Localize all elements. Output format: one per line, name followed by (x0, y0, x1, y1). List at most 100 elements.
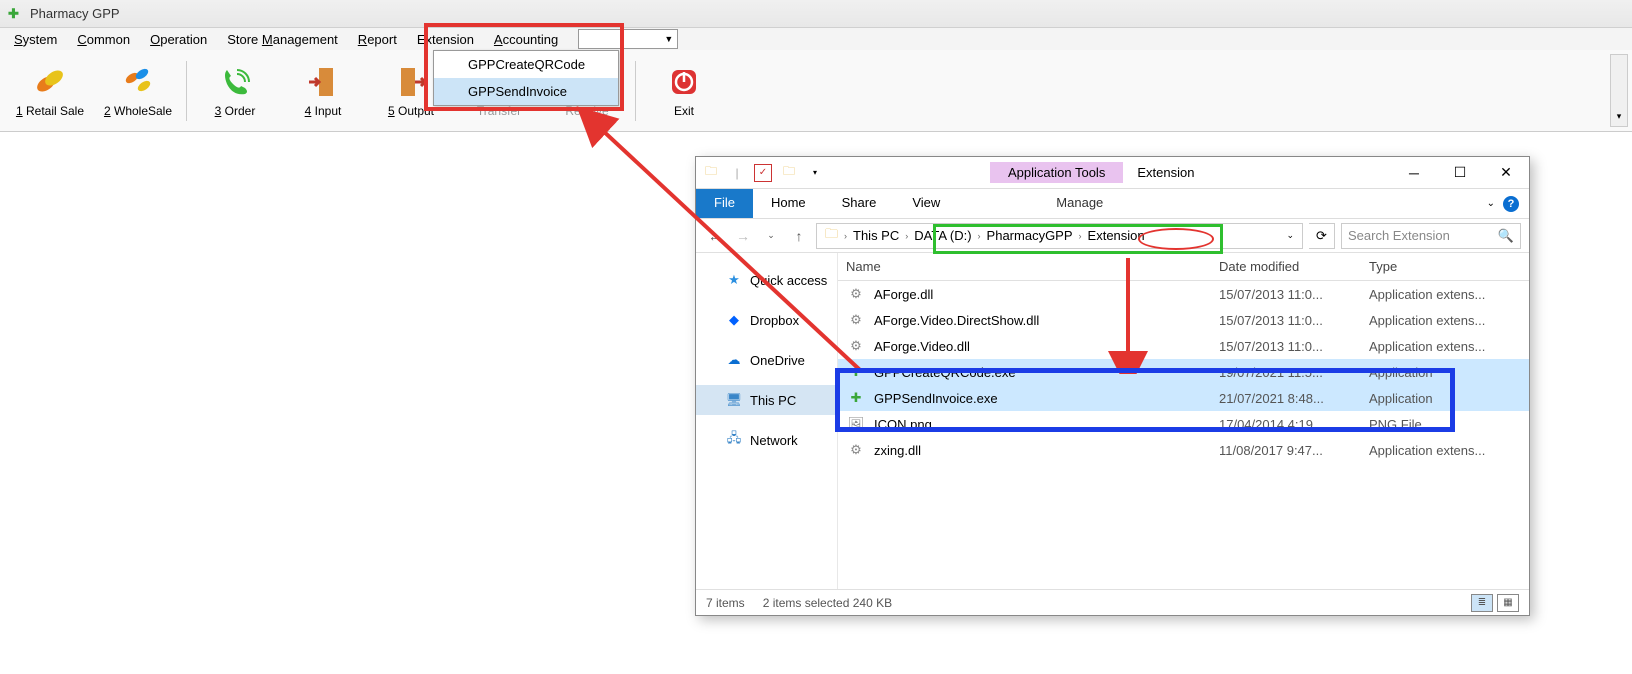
nav-dropbox[interactable]: ◆Dropbox (696, 305, 837, 335)
app-titlebar: ✚ Pharmacy GPP (0, 0, 1632, 28)
col-type[interactable]: Type (1369, 259, 1529, 274)
view-large-icons-button[interactable]: ▦ (1497, 594, 1519, 612)
help-icon[interactable]: ? (1503, 196, 1519, 212)
refresh-button[interactable]: ⟳ (1309, 223, 1335, 249)
tool-order[interactable]: 3 Order (191, 55, 279, 127)
toolbar-overflow[interactable]: ▾ (1610, 54, 1628, 127)
folder-icon: 🗀 (702, 164, 720, 182)
nav-back[interactable]: ← (704, 225, 726, 247)
dropdown-send-invoice[interactable]: GPPSendInvoice (434, 78, 618, 105)
new-folder-icon[interactable]: 🗀 (780, 164, 798, 182)
file-name: AForge.Video.dll (874, 339, 1219, 354)
file-icon: ⚙ (846, 440, 866, 460)
file-name: GPPCreateQRCode.exe (874, 365, 1219, 380)
tool-wholesale[interactable]: 2 WholeSale (94, 55, 182, 127)
maximize-button[interactable]: ☐ (1437, 157, 1483, 189)
address-bar[interactable]: 🗀 › This PC › DATA (D:) › PharmacyGPP › … (816, 223, 1303, 249)
chevron-right-icon[interactable]: › (842, 231, 849, 241)
file-date: 11/08/2017 9:47... (1219, 443, 1369, 458)
file-icon: ⚙ (846, 284, 866, 304)
ribbon-home[interactable]: Home (753, 189, 824, 218)
context-tab-application-tools[interactable]: Application Tools (990, 162, 1123, 183)
search-input[interactable]: Search Extension 🔍 (1341, 223, 1521, 249)
explorer-window: 🗀 | ✓ 🗀 ▾ Application Tools Extension ─ … (695, 156, 1530, 616)
menu-common[interactable]: Common (67, 30, 140, 49)
explorer-title: Extension (1137, 165, 1194, 180)
minimize-button[interactable]: ─ (1391, 157, 1437, 189)
file-name: ICON.png (874, 417, 1219, 432)
explorer-titlebar: 🗀 | ✓ 🗀 ▾ Application Tools Extension ─ … (696, 157, 1529, 189)
col-date[interactable]: Date modified (1219, 259, 1369, 274)
menu-accounting[interactable]: Accounting (484, 30, 568, 49)
nav-forward[interactable]: → (732, 225, 754, 247)
menu-combo[interactable]: ▼ (578, 29, 678, 49)
nav-network[interactable]: 🖧Network (696, 425, 837, 455)
addr-dropdown-icon[interactable]: ⌄ (1286, 230, 1298, 241)
file-name: GPPSendInvoice.exe (874, 391, 1219, 406)
ribbon-collapse-icon[interactable]: ⌄ (1487, 198, 1495, 209)
menu-extension[interactable]: Extension (407, 30, 484, 49)
cloud-icon: ☁ (726, 352, 742, 368)
nav-up[interactable]: ↑ (788, 225, 810, 247)
extension-dropdown: GPPCreateQRCode GPPSendInvoice (433, 50, 619, 106)
breadcrumb-drive[interactable]: DATA (D:) (910, 228, 975, 243)
file-icon: ⚙ (846, 310, 866, 330)
file-name: AForge.dll (874, 287, 1219, 302)
menu-report[interactable]: Report (348, 30, 407, 49)
file-name: AForge.Video.DirectShow.dll (874, 313, 1219, 328)
dropdown-create-qrcode[interactable]: GPPCreateQRCode (434, 51, 618, 78)
nav-onedrive[interactable]: ☁OneDrive (696, 345, 837, 375)
file-list: ⚙ AForge.dll15/07/2013 11:0... Application… (838, 281, 1529, 589)
file-row[interactable]: ⚙AForge.Video.dll15/07/2013 11:0...Appli… (838, 333, 1529, 359)
breadcrumb-extension[interactable]: Extension (1084, 228, 1149, 243)
ribbon: File Home Share View Manage ⌄ ? (696, 189, 1529, 219)
file-type: Application (1369, 391, 1529, 406)
menu-operation[interactable]: Operation (140, 30, 217, 49)
properties-icon[interactable]: ✓ (754, 164, 772, 182)
chevron-right-icon[interactable]: › (903, 231, 910, 241)
nav-recent-dropdown[interactable]: ⌄ (760, 225, 782, 247)
qat-dropdown-icon[interactable]: ▾ (806, 164, 824, 182)
file-row[interactable]: ⚙AForge.dll15/07/2013 11:0...Application… (838, 281, 1529, 307)
file-date: 19/07/2021 11:5... (1219, 365, 1369, 380)
file-row[interactable]: ⚙ AForge.Video.DirectShow.dll15/07/2013 1… (838, 307, 1529, 333)
nav-quick-access[interactable]: ★Quick access (696, 265, 837, 295)
menubar: System Common Operation Store Management… (0, 28, 1632, 50)
file-row[interactable]: ✚GPPCreateQRCode.exe19/07/2021 11:5...Ap… (838, 359, 1529, 385)
status-selected: 2 items selected 240 KB (763, 596, 892, 610)
ribbon-file[interactable]: File (696, 189, 753, 218)
toolbar-separator (635, 61, 636, 121)
ribbon-view[interactable]: View (894, 189, 958, 218)
file-icon: ✚ (846, 388, 866, 408)
ribbon-manage[interactable]: Manage (1038, 189, 1121, 218)
nav-this-pc[interactable]: 🖥This PC (696, 385, 837, 415)
breadcrumb-pharmacygpp[interactable]: PharmacyGPP (983, 228, 1077, 243)
menu-store[interactable]: Store Management (217, 30, 348, 49)
app-title: Pharmacy GPP (30, 6, 120, 21)
power-icon (666, 64, 702, 100)
close-button[interactable]: ✕ (1483, 157, 1529, 189)
chevron-down-icon: ▼ (664, 34, 673, 44)
file-row[interactable]: 🖼ICON.png17/04/2014 4:19...PNG File (838, 411, 1529, 437)
ribbon-share[interactable]: Share (824, 189, 895, 218)
col-name[interactable]: Name (846, 259, 1219, 274)
breadcrumb-this-pc[interactable]: This PC (849, 228, 903, 243)
door-out-icon (393, 64, 429, 100)
chevron-right-icon[interactable]: › (976, 231, 983, 241)
phone-icon (217, 64, 253, 100)
app-icon: ✚ (8, 6, 24, 22)
computer-icon: 🖥 (726, 392, 742, 408)
star-icon: ★ (726, 272, 742, 288)
file-date: 15/07/2013 11:0... (1219, 313, 1369, 328)
tool-retail-sale[interactable]: 1 Retail Sale (6, 55, 94, 127)
door-in-icon (305, 64, 341, 100)
menu-system[interactable]: System (4, 30, 67, 49)
chevron-right-icon[interactable]: › (1077, 231, 1084, 241)
status-count: 7 items (706, 596, 745, 610)
tool-exit[interactable]: Exit (640, 55, 728, 127)
column-headers: Name Date modified Type (838, 253, 1529, 281)
tool-input[interactable]: 4 Input (279, 55, 367, 127)
view-details-button[interactable]: ≣ (1471, 594, 1493, 612)
file-row[interactable]: ✚GPPSendInvoice.exe21/07/2021 8:48...App… (838, 385, 1529, 411)
file-row[interactable]: ⚙zxing.dll11/08/2017 9:47...Application … (838, 437, 1529, 463)
